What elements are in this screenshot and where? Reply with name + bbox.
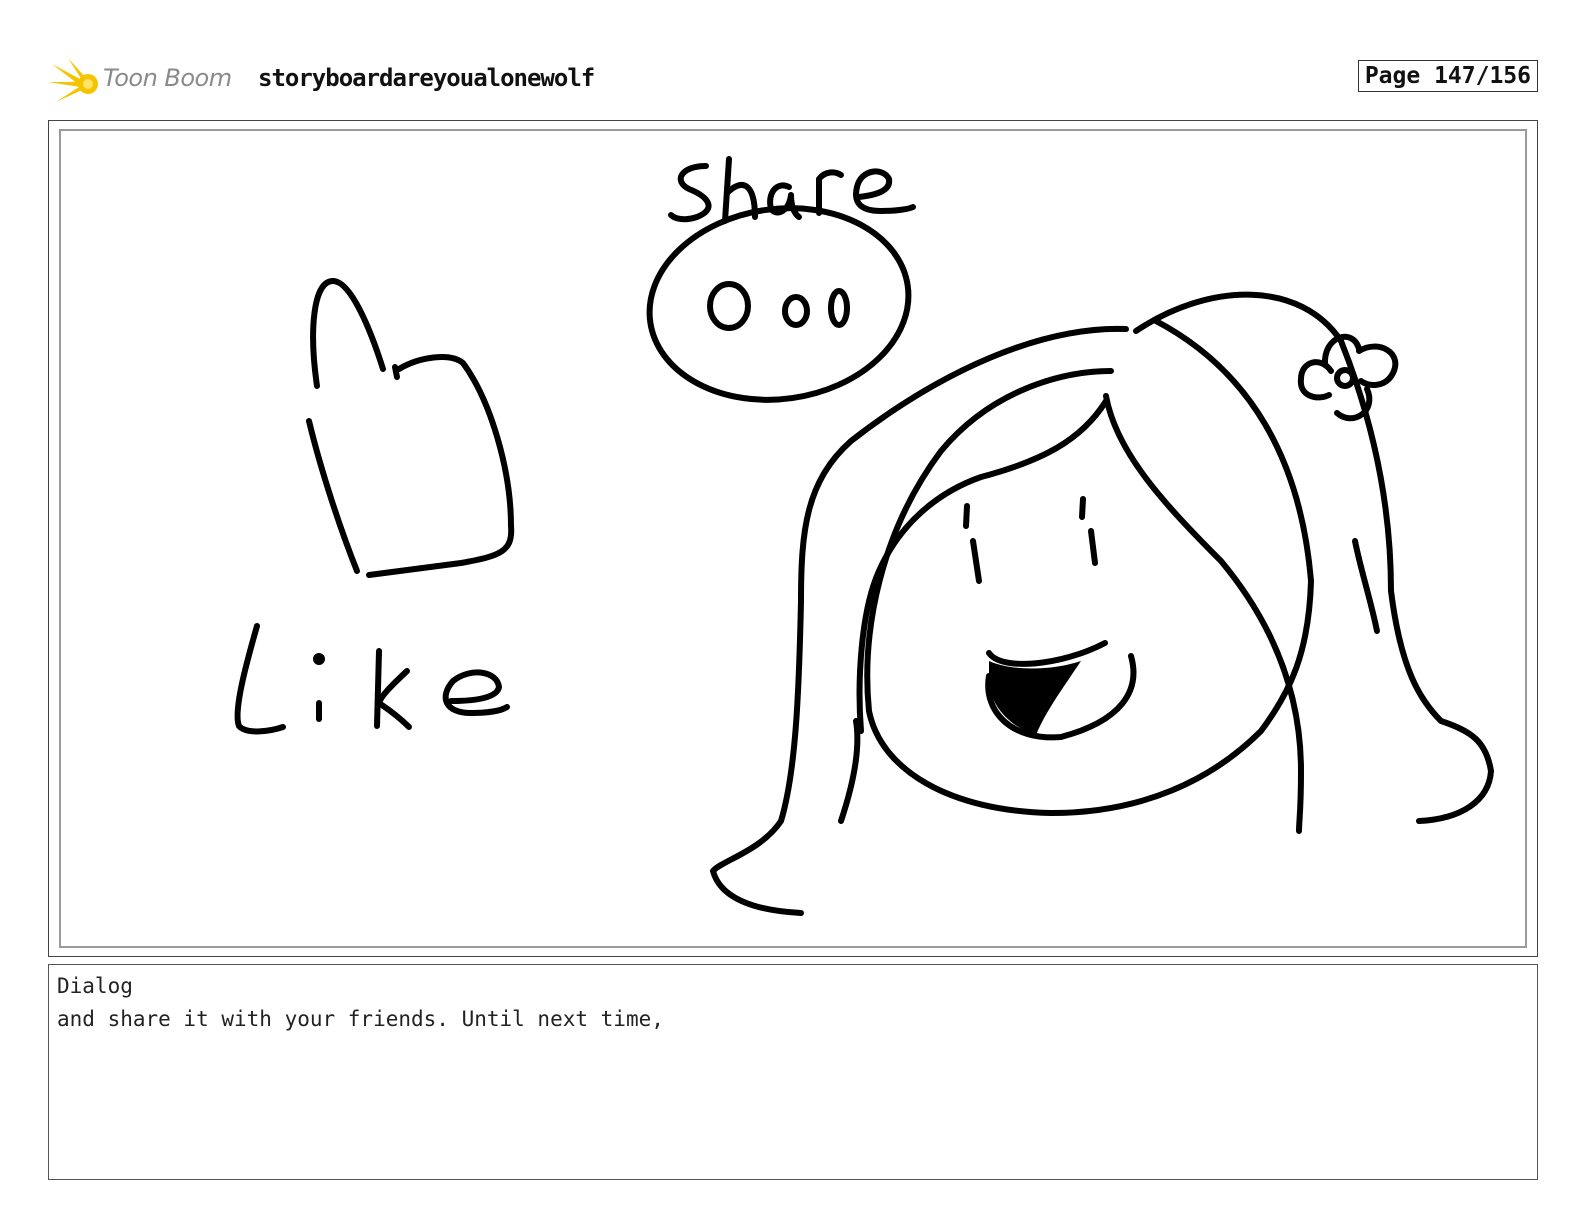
like-handwriting — [234, 623, 510, 735]
dialog-text: and share it with your friends. Until ne… — [57, 1007, 664, 1031]
storyboard-panel — [48, 120, 1538, 957]
dialog-label: Dialog — [57, 974, 133, 998]
panel-drawing-area — [59, 129, 1527, 948]
toon-boom-logo: Toon Boom — [48, 54, 248, 110]
project-title: storyboardareyoualonewolf — [258, 64, 595, 92]
page-number-badge: Page 147/156 — [1357, 60, 1538, 92]
thumbs-up-drawing — [306, 278, 515, 578]
dialog-box: Dialog and share it with your friends. U… — [48, 964, 1538, 1180]
toon-boom-star-icon — [48, 58, 98, 102]
panel-sketch — [234, 156, 1494, 916]
logo-text: Toon Boom — [103, 64, 232, 92]
page-header: Toon Boom storyboardareyoualonewolf Page… — [48, 54, 1538, 110]
ooo-text — [707, 281, 850, 331]
share-handwriting — [668, 156, 916, 224]
